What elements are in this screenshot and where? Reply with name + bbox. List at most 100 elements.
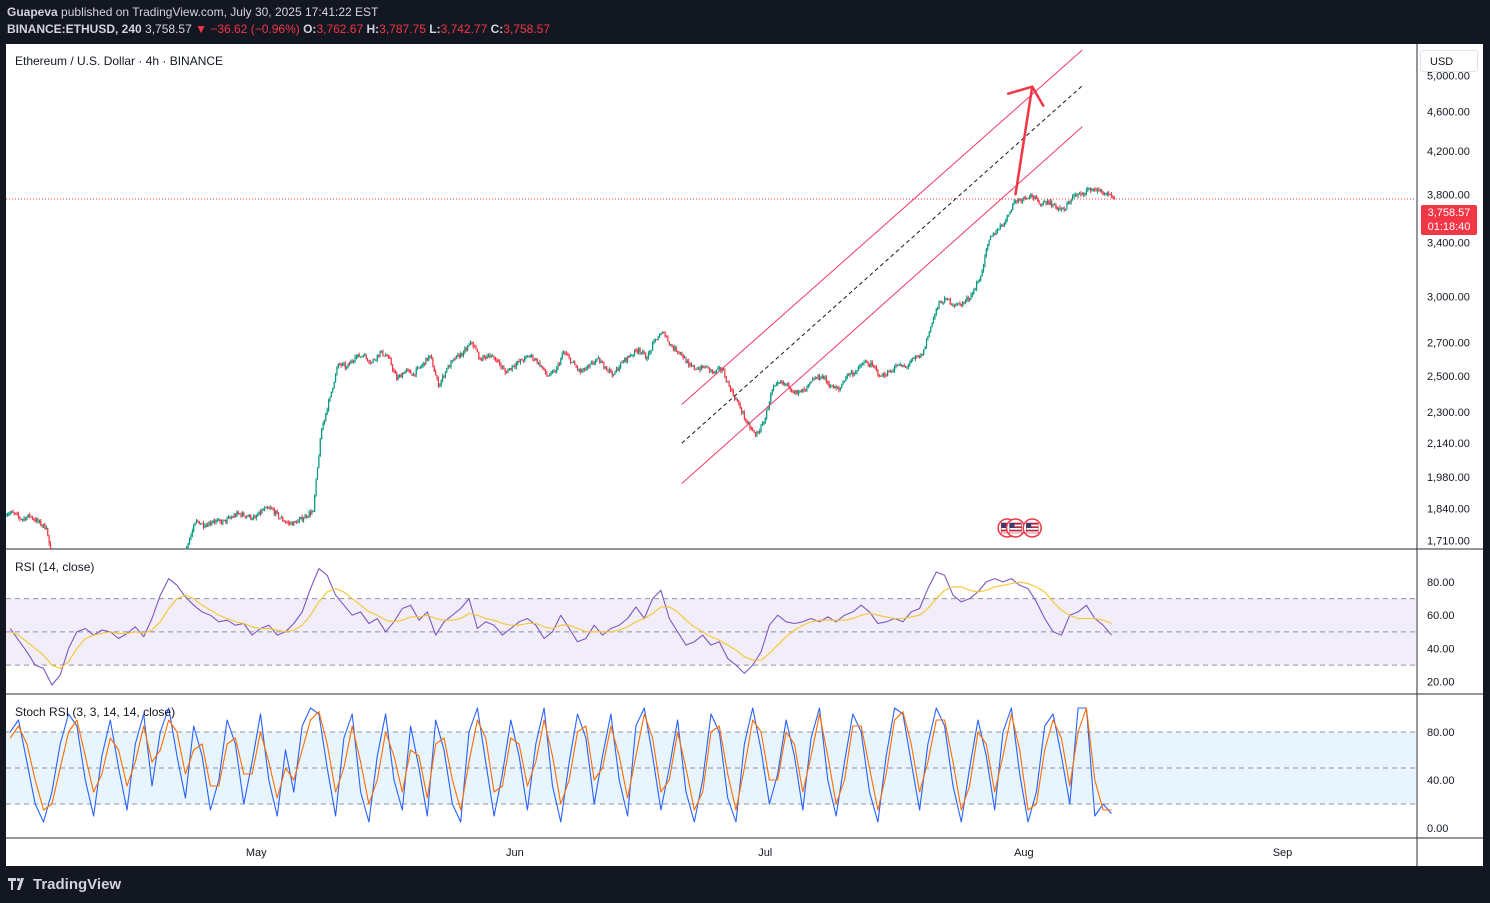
candle-body (750, 428, 752, 430)
candle (856, 369, 858, 375)
candle (549, 372, 551, 377)
candle (963, 301, 965, 305)
candle (987, 244, 989, 252)
candle-body (44, 523, 46, 530)
candle (168, 565, 169, 570)
candle-body (305, 515, 307, 518)
candle (845, 376, 847, 382)
candle-body (1110, 194, 1113, 197)
candle (396, 371, 398, 382)
candle-body (504, 369, 506, 373)
candle-body (793, 391, 796, 393)
candle (599, 357, 601, 364)
candle-body (799, 390, 801, 392)
candle-body (277, 512, 280, 519)
candle-body (845, 377, 847, 382)
candle (29, 512, 31, 519)
candle-body (325, 413, 327, 420)
candle-body (393, 369, 395, 372)
candle-body (994, 233, 996, 235)
candle (389, 355, 391, 359)
candle (635, 348, 637, 353)
candle (614, 370, 616, 375)
rsi-tick-label: 20.00 (1427, 677, 1455, 689)
candle (350, 359, 352, 365)
candle-body (115, 572, 116, 573)
candle-body (1084, 193, 1086, 195)
candle-body (728, 381, 730, 387)
candle-body (500, 364, 502, 368)
candle-body (622, 361, 624, 363)
candle (777, 380, 779, 387)
candle (558, 361, 561, 367)
candle (269, 505, 271, 511)
candle (233, 512, 235, 518)
candle (576, 365, 579, 371)
candle (1002, 223, 1004, 227)
chart-frame[interactable]: 5,000.00 4,600.00 4,200.00 3,800.00 3,400.00… (6, 44, 1483, 866)
candle (311, 509, 313, 515)
candle-body (390, 358, 392, 365)
candle-body (874, 366, 876, 368)
candle (685, 356, 687, 364)
candle (1046, 198, 1049, 205)
high-label: H: (366, 22, 380, 36)
candle-body (330, 391, 332, 398)
candle (332, 387, 334, 393)
candle (51, 548, 53, 549)
candle (994, 233, 996, 236)
candle (368, 359, 370, 365)
candle-body (583, 368, 586, 371)
candle (34, 517, 36, 523)
price-tick-label: 2,500.00 (1427, 371, 1470, 383)
candle-body (665, 335, 668, 337)
author-name[interactable]: Guapeva (7, 5, 58, 19)
candle-body (465, 348, 467, 350)
candle (273, 507, 275, 517)
candle (41, 524, 43, 528)
candle (756, 430, 758, 438)
candle-body (1095, 189, 1097, 192)
candle-body (906, 366, 908, 368)
currency-selector[interactable]: USD (1420, 50, 1478, 72)
candle-body (651, 343, 654, 351)
candle-body (944, 298, 946, 304)
candle (931, 322, 933, 328)
candle-body (507, 369, 509, 373)
candle-body (411, 373, 413, 376)
candle (234, 513, 237, 518)
brand-name: TradingView (33, 876, 122, 893)
candle (1030, 192, 1032, 199)
candle (316, 467, 319, 480)
candle (230, 515, 232, 520)
candle-body (519, 359, 522, 363)
candle-body (786, 383, 789, 386)
candle-body (923, 349, 925, 356)
candle-body (959, 303, 961, 305)
candle (122, 574, 123, 575)
candle (346, 365, 348, 370)
chart-canvas[interactable]: 5,000.004,600.004,200.003,800.003,400.00… (6, 44, 1483, 866)
candle (369, 359, 371, 365)
candle-body (828, 383, 830, 387)
candle-body (273, 509, 275, 515)
candle (592, 360, 594, 366)
candle (314, 494, 316, 513)
candle (301, 514, 303, 522)
candle-body (838, 387, 840, 390)
price-tick-label: 2,700.00 (1427, 337, 1470, 349)
candle-body (1033, 196, 1035, 199)
candle-body (307, 516, 309, 518)
candle-body (690, 364, 693, 366)
candle (240, 512, 242, 518)
candle (999, 222, 1001, 230)
candle-body (603, 362, 605, 369)
candle-body (24, 517, 27, 520)
candle (1084, 192, 1086, 197)
candle (275, 510, 277, 517)
tradingview-logo[interactable]: TradingView (8, 876, 121, 893)
candle (318, 454, 320, 469)
candle-body (714, 371, 716, 373)
candle (437, 376, 440, 388)
candle (857, 365, 859, 372)
